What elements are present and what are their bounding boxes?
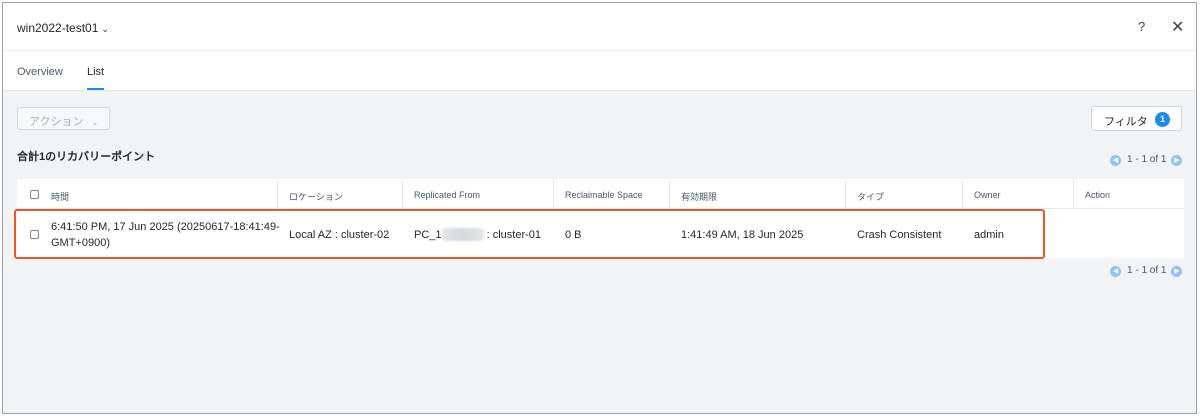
vm-selector[interactable]: win2022-test01 ⌄ xyxy=(17,21,109,35)
filter-button[interactable]: フィルタ 1 xyxy=(1091,106,1182,131)
vm-name: win2022-test01 xyxy=(17,21,99,35)
location-cell: Local AZ : cluster-02 xyxy=(289,229,390,241)
column-header-owner[interactable]: Owner xyxy=(974,190,1001,200)
action-dropdown-button[interactable]: アクション ⌄ xyxy=(17,107,110,130)
pagination-bottom: ◀ 1 - 1 of 1 ▶ xyxy=(1110,264,1183,278)
select-all-checkbox[interactable] xyxy=(30,190,39,199)
column-divider xyxy=(962,179,963,209)
total-recovery-points: 合計1のリカバリーポイント xyxy=(17,151,156,163)
column-header-location[interactable]: ロケーション xyxy=(289,190,343,203)
recovery-points-table: 時間 ロケーション Replicated From Reclaimable Sp… xyxy=(17,179,1184,258)
column-header-replicated-from[interactable]: Replicated From xyxy=(414,190,480,200)
column-divider xyxy=(845,179,846,209)
reclaimable-space-cell: 0 B xyxy=(565,229,582,241)
time-line-1: 6:41:50 PM, 17 Jun 2025 (20250617-18:41:… xyxy=(51,221,280,233)
tab-overview[interactable]: Overview xyxy=(17,66,63,78)
table-header: 時間 ロケーション Replicated From Reclaimable Sp… xyxy=(17,179,1184,209)
recovery-point-time: 6:41:50 PM, 17 Jun 2025 (20250617-18:41:… xyxy=(51,219,280,251)
column-divider xyxy=(1073,179,1074,209)
help-icon[interactable]: ? xyxy=(1138,19,1145,34)
expiry-cell: 1:41:49 AM, 18 Jun 2025 xyxy=(681,229,804,241)
row-checkbox[interactable] xyxy=(30,230,39,239)
column-divider xyxy=(669,179,670,209)
filter-label: フィルタ xyxy=(1104,116,1148,128)
column-header-reclaimable-space[interactable]: Reclaimable Space xyxy=(565,190,643,200)
next-page-icon[interactable]: ▶ xyxy=(1171,154,1183,166)
chevron-down-icon: ⌄ xyxy=(91,118,99,127)
action-label: アクション xyxy=(29,116,84,128)
column-header-expiry[interactable]: 有効期限 xyxy=(681,190,717,203)
replicated-from-suffix: : cluster-01 xyxy=(486,229,542,241)
close-icon[interactable]: ✕ xyxy=(1171,17,1184,37)
recovery-points-panel: win2022-test01 ⌄ ? ✕ Overview List アクション ⌄… xyxy=(2,2,1197,414)
column-divider xyxy=(402,179,403,209)
prev-page-icon[interactable]: ◀ xyxy=(1110,265,1121,277)
column-divider xyxy=(277,179,278,209)
replicated-from-prefix: PC_1 xyxy=(414,229,442,241)
column-header-time[interactable]: 時間 xyxy=(51,190,69,203)
next-page-icon[interactable]: ▶ xyxy=(1171,265,1183,277)
column-divider xyxy=(553,179,554,209)
active-tab-indicator xyxy=(87,88,104,90)
tab-bar: Overview List xyxy=(3,51,1196,91)
filter-count-badge: 1 xyxy=(1155,112,1170,127)
panel-header: win2022-test01 ⌄ ? ✕ xyxy=(3,3,1196,51)
column-header-type[interactable]: タイプ xyxy=(857,190,884,203)
column-header-action: Action xyxy=(1085,190,1111,200)
time-line-2: GMT+0900) xyxy=(51,237,110,249)
redacted-text xyxy=(441,227,484,241)
replicated-from-cell: PC_1 : cluster-01 xyxy=(414,227,542,241)
pagination-label: 1 - 1 of 1 xyxy=(1127,154,1167,165)
pagination-top: ◀ 1 - 1 of 1 ▶ xyxy=(1110,153,1183,167)
pagination-label: 1 - 1 of 1 xyxy=(1127,265,1167,276)
owner-cell: admin xyxy=(974,229,1004,241)
prev-page-icon[interactable]: ◀ xyxy=(1110,154,1121,166)
chevron-down-icon: ⌄ xyxy=(101,24,109,34)
tab-list[interactable]: List xyxy=(87,66,104,78)
type-cell: Crash Consistent xyxy=(857,229,942,241)
